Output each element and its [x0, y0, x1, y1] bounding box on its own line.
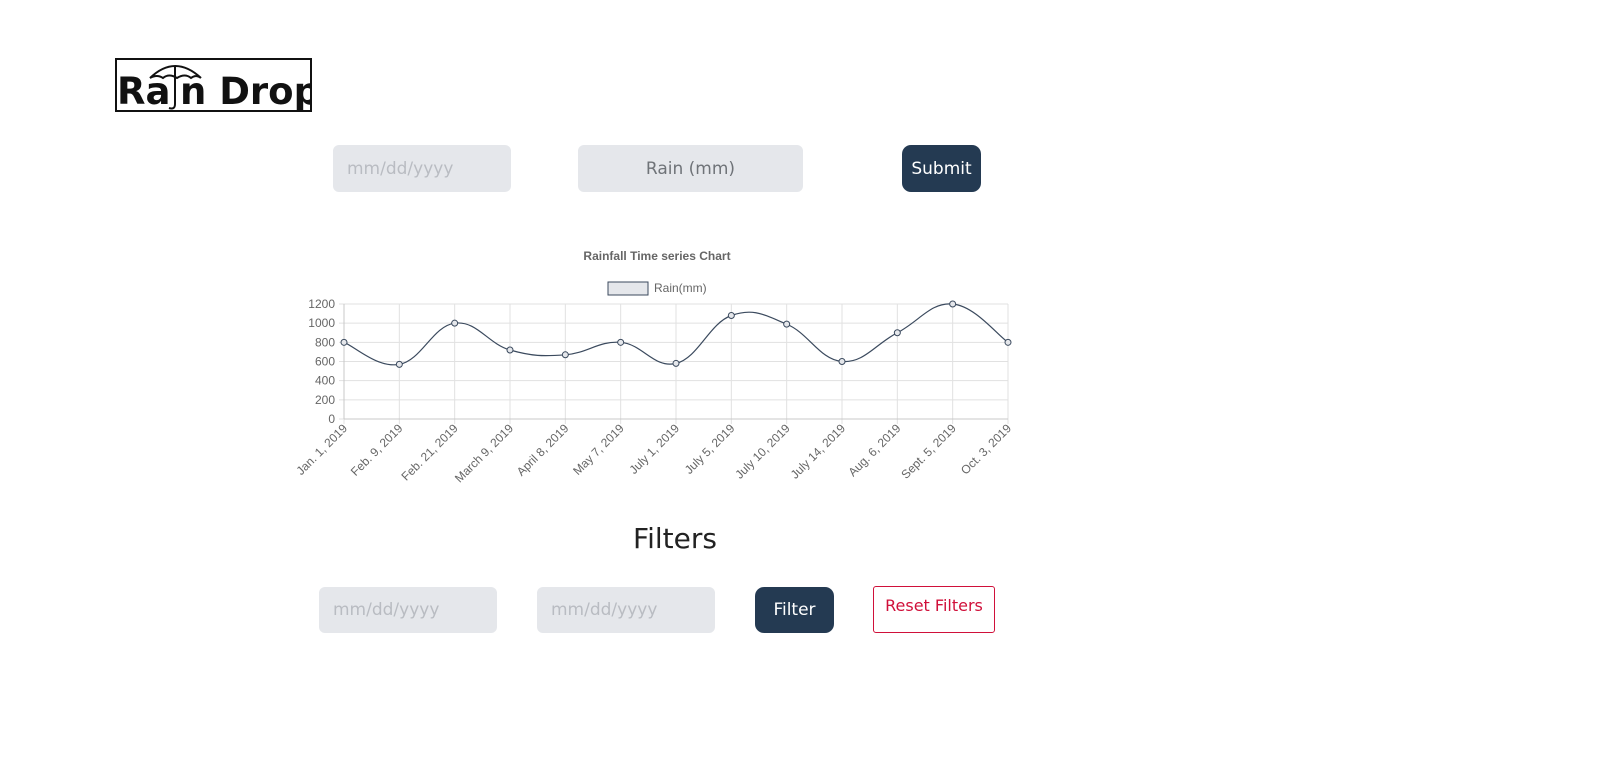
data-point[interactable]: [617, 338, 625, 346]
logo-graphic: Ra n Drop: [117, 65, 310, 110]
data-point[interactable]: [727, 312, 735, 319]
x-tick-label: Aug. 6, 2019: [845, 421, 903, 479]
x-tick-label: July 10, 2019: [732, 421, 793, 482]
logo: Ra n Drop: [115, 58, 312, 112]
svg-text:n Drop: n Drop: [180, 70, 310, 110]
x-tick-label: Feb. 9, 2019: [348, 421, 406, 479]
submit-button[interactable]: Submit: [902, 145, 981, 192]
filters-heading: Filters: [633, 522, 717, 555]
svg-text:Ra: Ra: [117, 70, 170, 110]
x-tick-label: March 9, 2019: [452, 421, 516, 485]
y-tick-label: 200: [315, 393, 335, 407]
y-tick-label: 0: [328, 412, 335, 426]
data-point[interactable]: [561, 351, 569, 359]
x-tick-label: April 8, 2019: [514, 421, 572, 479]
data-point[interactable]: [451, 319, 459, 327]
y-tick-label: 400: [315, 374, 335, 388]
filter-start-date-input[interactable]: mm/dd/yyyy: [319, 587, 497, 633]
data-point[interactable]: [672, 359, 680, 367]
data-point[interactable]: [949, 300, 957, 308]
x-tick-label: Oct. 3, 2019: [958, 421, 1014, 477]
plot-area: 0 200 400 600 800 1000 1200 Jan. 1, 2019Feb. 9,…: [294, 297, 1015, 485]
y-tick-label: 600: [315, 355, 335, 369]
x-tick-label: July 5, 2019: [682, 421, 738, 477]
chart-title: Rainfall Time series Chart: [583, 249, 730, 263]
data-point[interactable]: [340, 338, 348, 346]
data-point[interactable]: [783, 320, 791, 328]
y-tick-label: 1000: [308, 316, 335, 330]
y-tick-label: 800: [315, 335, 335, 349]
x-tick-label: Jan. 1, 2019: [294, 421, 351, 478]
filter-button[interactable]: Filter: [755, 587, 834, 633]
y-tick-label: 1200: [308, 297, 335, 311]
data-point[interactable]: [893, 329, 901, 337]
data-point[interactable]: [395, 360, 403, 368]
filter-end-date-input[interactable]: mm/dd/yyyy: [537, 587, 715, 633]
x-tick-label: Feb. 21, 2019: [399, 421, 461, 483]
data-point[interactable]: [838, 358, 846, 365]
legend-label: Rain(mm): [654, 281, 707, 295]
data-point[interactable]: [1004, 338, 1012, 346]
legend-swatch: [607, 281, 649, 296]
x-tick-label: July 14, 2019: [788, 421, 849, 482]
x-tick-label: Sept. 5, 2019: [898, 421, 959, 482]
date-input[interactable]: mm/dd/yyyy: [333, 145, 511, 192]
data-point[interactable]: [506, 346, 514, 354]
x-tick-label: May 7, 2019: [570, 421, 627, 478]
reset-filters-button[interactable]: Reset Filters: [873, 586, 995, 633]
rainfall-chart: Rainfall Time series Chart Rain(mm) 0 200…: [294, 249, 1015, 485]
rain-input[interactable]: Rain (mm): [578, 145, 803, 192]
x-tick-label: July 1, 2019: [626, 421, 682, 477]
